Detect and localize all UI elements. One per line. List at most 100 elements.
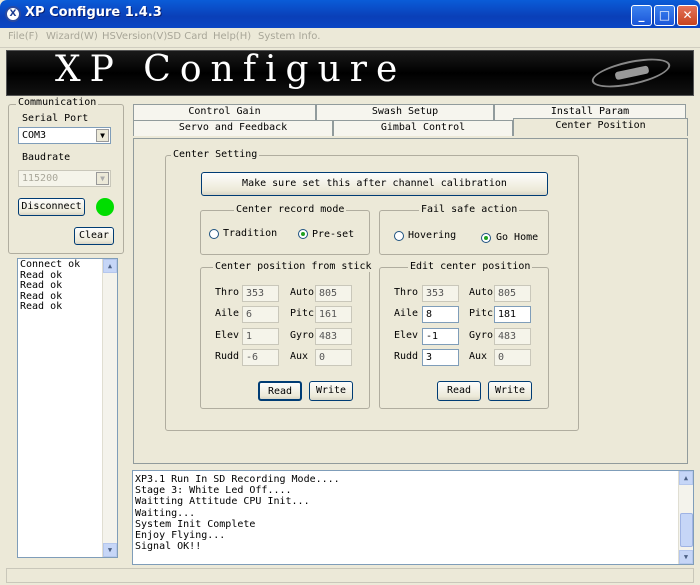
chevron-down-icon[interactable]: ▼ [96,172,109,185]
scroll-up-icon[interactable]: ▲ [103,259,117,273]
list-item: Waitting Attitude CPU Init... [135,496,310,508]
stick-elev-field: 1 [242,328,279,345]
scroll-down-icon[interactable]: ▼ [679,550,693,564]
serial-port-select[interactable]: COM3 ▼ [18,127,111,144]
connection-log-list[interactable]: Connect ok Read ok Read ok Read ok Read … [17,258,118,558]
app-icon: X [5,6,21,22]
calibration-notice-button[interactable]: Make sure set this after channel calibra… [201,172,548,196]
center-setting-label: Center Setting [171,149,260,160]
edit-auto-field: 805 [494,285,531,302]
banner-title: XP Configure [55,49,407,90]
console-lines: XP3.1 Run In SD Recording Mode.... Stage… [135,474,340,552]
elev-label: Elev [215,330,240,341]
edit-elev-input[interactable]: -1 [422,328,459,345]
menu-help[interactable]: Help(H) [213,31,251,42]
stick-read-button[interactable]: Read [258,381,302,401]
hovering-radio[interactable] [394,231,404,241]
stick-pitc-field: 161 [315,306,352,323]
edit-rudd-input[interactable]: 3 [422,349,459,366]
list-item: Read ok [20,301,63,312]
aux-label: Aux [290,351,309,362]
chevron-down-icon[interactable]: ▼ [96,129,109,142]
list-item: Enjoy Flying... [135,530,226,542]
scrollbar[interactable]: ▲ ▼ [678,471,693,564]
console-log[interactable]: XP3.1 Run In SD Recording Mode.... Stage… [132,470,694,565]
list-item: Read ok [20,280,63,291]
log-lines: Connect ok Read ok Read ok Read ok Read … [20,259,81,313]
stick-rudd-field: -6 [242,349,279,366]
preset-radio[interactable] [298,229,308,239]
stick-thro-field: 353 [242,285,279,302]
elev-label: Elev [394,330,419,341]
edit-pitc-input[interactable]: 181 [494,306,531,323]
tab-gimbal-control[interactable]: Gimbal Control [333,120,513,136]
tab-swash-setup[interactable]: Swash Setup [316,104,494,120]
stick-auto-field: 805 [315,285,352,302]
auto-label: Auto [290,287,315,298]
tab-servo-feedback[interactable]: Servo and Feedback [133,120,333,136]
pitc-label: Pitc [290,308,315,319]
thro-label: Thro [394,287,419,298]
menu-system-info[interactable]: System Info. [258,31,320,42]
stick-position-label: Center position from stick [213,261,374,272]
edit-aux-field: 0 [494,349,531,366]
aux-label: Aux [469,351,488,362]
window-title: XP Configure 1.4.3 [25,5,162,20]
scroll-thumb[interactable] [680,513,693,547]
tradition-radio[interactable] [209,229,219,239]
disconnect-button[interactable]: Disconnect [18,198,85,216]
menu-wizard[interactable]: Wizard(W) [46,31,98,42]
serial-port-label: Serial Port [22,113,89,124]
rudd-label: Rudd [215,351,240,362]
stick-aile-field: 6 [242,306,279,323]
clear-button[interactable]: Clear [74,227,114,245]
pitc-label: Pitc [469,308,494,319]
tab-center-position[interactable]: Center Position [513,118,688,136]
go-home-label[interactable]: Go Home [496,232,538,243]
hovering-label[interactable]: Hovering [408,230,456,241]
edit-read-button[interactable]: Read [437,381,481,401]
status-bar [6,568,694,583]
gyro-label: Gyro [469,330,494,341]
baudrate-select[interactable]: 115200 ▼ [18,170,111,187]
stick-aux-field: 0 [315,349,352,366]
aile-label: Aile [215,308,240,319]
list-item: XP3.1 Run In SD Recording Mode.... [135,474,340,485]
go-home-radio[interactable] [481,233,491,243]
preset-label[interactable]: Pre-set [312,229,354,240]
edit-write-button[interactable]: Write [488,381,532,401]
record-mode-label: Center record mode [234,204,347,215]
list-item: Connect ok [20,259,81,270]
serial-port-value: COM3 [22,130,47,141]
menu-bar: File(F) Wizard(W) HSVersion(V) SD Card H… [0,28,700,48]
banner: XP Configure [6,49,694,96]
scrollbar[interactable]: ▲ ▼ [102,259,117,557]
menu-sd-card[interactable]: SD Card [167,31,208,42]
edit-aile-input[interactable]: 8 [422,306,459,323]
maximize-button[interactable]: □ [654,5,675,26]
scroll-down-icon[interactable]: ▼ [103,543,117,557]
list-item: System Init Complete [135,518,256,530]
list-item: Waiting... [135,507,196,519]
gyro-label: Gyro [290,330,315,341]
list-item: Stage 3: White Led Off.... [135,485,292,497]
auto-label: Auto [469,287,494,298]
connection-status-indicator [96,198,114,216]
menu-file[interactable]: File(F) [8,31,38,42]
brand-logo-icon [589,52,673,94]
thro-label: Thro [215,287,240,298]
menu-hsversion[interactable]: HSVersion(V) [102,31,167,42]
title-bar[interactable]: X XP Configure 1.4.3 _ □ ✕ [0,0,700,28]
tab-control-gain[interactable]: Control Gain [133,104,316,120]
stick-write-button[interactable]: Write [309,381,353,401]
aile-label: Aile [394,308,419,319]
failsafe-label: Fail safe action [419,204,520,215]
minimize-button[interactable]: _ [631,5,652,26]
baudrate-value: 115200 [22,173,59,184]
tradition-label[interactable]: Tradition [223,228,277,239]
communication-label: Communication [16,97,99,108]
scroll-up-icon[interactable]: ▲ [679,471,693,485]
edit-gyro-field: 483 [494,328,531,345]
list-item: Signal OK!! [135,541,202,553]
close-button[interactable]: ✕ [677,5,698,26]
